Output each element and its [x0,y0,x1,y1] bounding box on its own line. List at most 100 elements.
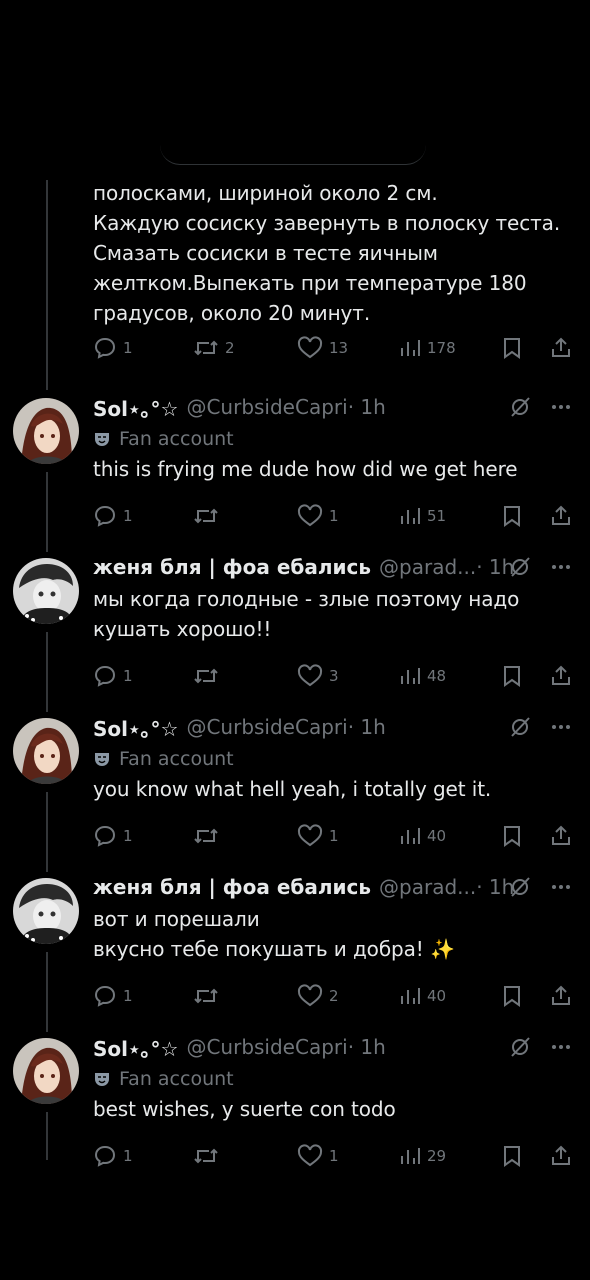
share-button[interactable] [549,334,573,362]
repost-button[interactable] [193,822,225,850]
bookmark-button[interactable] [501,334,523,362]
grok-icon[interactable] [508,715,532,739]
user-handle[interactable]: @parad... [379,875,476,899]
repost-button[interactable]: 2 [193,334,235,362]
views-button[interactable]: 48 [399,662,446,690]
more-icon[interactable] [550,715,572,739]
avatar[interactable] [13,1038,79,1104]
like-button[interactable]: 2 [297,982,339,1010]
views-button[interactable]: 40 [399,822,446,850]
more-icon[interactable] [550,555,572,579]
tweet-text: вот и порешали вкусно тебе покушать и до… [93,907,455,961]
heart-icon [297,824,323,848]
grok-icon[interactable] [508,555,532,579]
repost-icon [193,664,219,688]
reply-tweet[interactable]: женя бля | фоа ебались @parad... · 1h вот и… [0,872,590,1022]
reply-tweet[interactable]: Sol⋆｡°☆ @CurbsideCapri · 1h Fan account best… [0,1032,590,1182]
reply-tweet[interactable]: женя бля | фоа ебались @parad... · 1h мы ко… [0,552,590,702]
display-name[interactable]: Sol⋆｡°☆ [93,1033,178,1062]
share-icon [549,336,573,360]
reply-button[interactable]: 1 [93,662,133,690]
grok-icon[interactable] [508,395,532,419]
like-button[interactable]: 1 [297,822,339,850]
share-button[interactable] [549,1142,573,1170]
tweet-header: Sol⋆｡°☆ @CurbsideCapri · 1h [93,392,572,422]
user-handle[interactable]: @CurbsideCapri [186,1035,347,1059]
timestamp[interactable]: · 1h [348,715,386,739]
views-icon [399,1144,421,1168]
repost-button[interactable] [193,982,225,1010]
repost-icon [193,984,219,1008]
share-button[interactable] [549,502,573,530]
tweet-header: женя бля | фоа ебались @parad... · 1h [93,872,572,902]
tweet-actions: 1 2 40 [93,982,575,1010]
grok-icon[interactable] [508,875,532,899]
display-name[interactable]: Sol⋆｡°☆ [93,713,178,742]
bookmark-icon [501,824,523,848]
bookmark-button[interactable] [501,822,523,850]
heart-icon [297,336,323,360]
reply-button[interactable]: 1 [93,334,133,362]
views-count: 48 [427,667,447,685]
account-label: Fan account [93,424,234,454]
reply-button[interactable]: 1 [93,822,133,850]
avatar[interactable] [13,558,79,624]
bookmark-icon [501,984,523,1008]
reply-count: 1 [123,827,133,845]
share-button[interactable] [549,982,573,1010]
avatar[interactable] [13,878,79,944]
bookmark-icon [501,664,523,688]
timestamp[interactable]: · 1h [348,395,386,419]
repost-icon [193,824,219,848]
repost-button[interactable] [193,502,225,530]
repost-button[interactable] [193,662,225,690]
reply-button[interactable]: 1 [93,1142,133,1170]
more-icon[interactable] [550,1035,572,1059]
user-handle[interactable]: @CurbsideCapri [186,395,347,419]
like-count: 3 [329,667,339,685]
views-button[interactable]: 178 [399,334,456,362]
avatar[interactable] [13,718,79,784]
reply-icon [93,664,117,688]
more-icon[interactable] [550,395,572,419]
avatar[interactable] [13,398,79,464]
mask-icon [93,750,111,768]
bookmark-icon [501,1144,523,1168]
heart-icon [297,1144,323,1168]
views-button[interactable]: 51 [399,502,446,530]
reply-count: 1 [123,667,133,685]
reply-count: 1 [123,339,133,357]
views-button[interactable]: 40 [399,982,446,1010]
reply-button[interactable]: 1 [93,982,133,1010]
share-icon [549,1144,573,1168]
tweet-text: this is frying me dude how did we get he… [93,457,518,481]
like-button[interactable]: 1 [297,1142,339,1170]
display-name[interactable]: женя бля | фоа ебались [93,875,371,899]
tweet-actions: 1 1 51 [93,502,575,530]
bookmark-button[interactable] [501,502,523,530]
like-button[interactable]: 1 [297,502,339,530]
views-button[interactable]: 29 [399,1142,446,1170]
reply-tweet[interactable]: Sol⋆｡°☆ @CurbsideCapri · 1h Fan account you … [0,712,590,862]
more-icon[interactable] [550,875,572,899]
like-button[interactable]: 13 [297,334,348,362]
display-name[interactable]: Sol⋆｡°☆ [93,393,178,422]
tweet-text: мы когда голодные - злые поэтому надо ку… [93,587,520,641]
grok-icon[interactable] [508,1035,532,1059]
reply-tweet[interactable]: Sol⋆｡°☆ @CurbsideCapri · 1h Fan account this… [0,392,590,542]
reply-button[interactable]: 1 [93,502,133,530]
user-handle[interactable]: @CurbsideCapri [186,715,347,739]
views-icon [399,504,421,528]
like-button[interactable]: 3 [297,662,339,690]
timestamp[interactable]: · 1h [348,1035,386,1059]
user-handle[interactable]: @parad... [379,555,476,579]
bookmark-button[interactable] [501,662,523,690]
bookmark-button[interactable] [501,1142,523,1170]
repost-button[interactable] [193,1142,225,1170]
display-name[interactable]: женя бля | фоа ебались [93,555,371,579]
share-button[interactable] [549,822,573,850]
account-label-text: Fan account [119,1068,234,1090]
bookmark-button[interactable] [501,982,523,1010]
share-button[interactable] [549,662,573,690]
tweet-actions: 1 3 48 [93,662,575,690]
